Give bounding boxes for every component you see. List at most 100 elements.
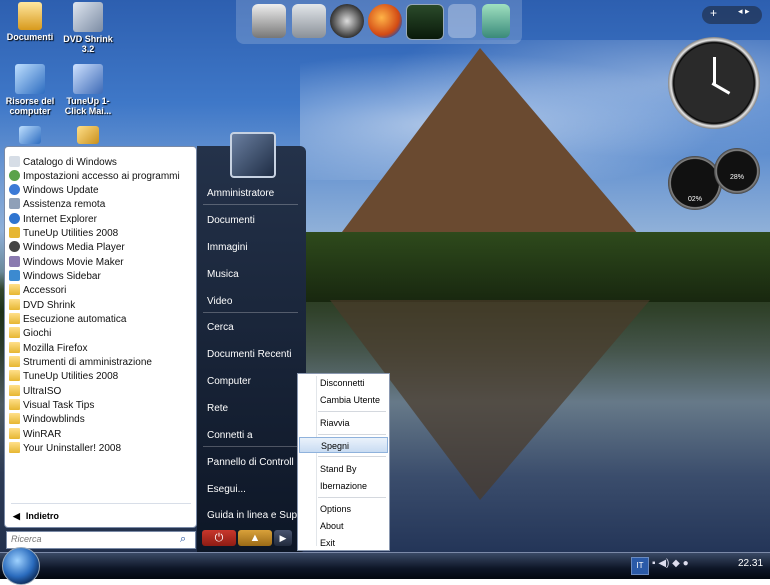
- menu-item-ibernazione[interactable]: Ibernazione: [299, 478, 388, 494]
- recycle-bin-icon[interactable]: [292, 4, 326, 38]
- search-icon[interactable]: ⌕: [180, 533, 192, 545]
- place-rete[interactable]: Rete: [207, 403, 228, 414]
- program-label: Esecuzione automatica: [23, 314, 127, 325]
- program-folder[interactable]: Visual Task Tips: [9, 399, 94, 413]
- clock-gadget: [668, 37, 760, 129]
- program-folder[interactable]: Esecuzione automatica: [9, 313, 126, 327]
- home-icon[interactable]: [330, 4, 364, 38]
- program-item[interactable]: Windows Sidebar: [9, 270, 101, 284]
- system-tray: ▪ ◀) ◆ ●: [652, 558, 732, 572]
- settings-icon[interactable]: [252, 4, 286, 38]
- desktop-icon-network[interactable]: [0, 126, 60, 146]
- lock-button[interactable]: ▲: [238, 530, 272, 546]
- tuneup-icon: [9, 227, 20, 238]
- folder-icon: [9, 413, 20, 424]
- back-button[interactable]: ◀ Indietro: [13, 511, 59, 522]
- program-folder[interactable]: Your Uninstaller! 2008: [9, 442, 121, 456]
- desktop-icon-documenti[interactable]: Documenti: [0, 2, 60, 42]
- power-menu: Disconnetti Cambia Utente Riavvia Spegni…: [297, 373, 390, 551]
- network-icon: [19, 126, 41, 144]
- clock-time[interactable]: 22.31: [738, 558, 763, 569]
- place-cerca[interactable]: Cerca: [207, 322, 234, 333]
- place-documenti-recenti[interactable]: Documenti Recenti: [207, 349, 291, 360]
- network-tray-icon[interactable]: ▪: [652, 558, 656, 569]
- volume-icon[interactable]: ◀): [658, 558, 669, 569]
- gadget-nav-icon[interactable]: ◂ ▸: [738, 6, 750, 17]
- folder-icon: [9, 442, 20, 453]
- update-icon[interactable]: ●: [683, 558, 689, 569]
- menu-item-disconnetti[interactable]: Disconnetti: [299, 375, 388, 391]
- menu-separator: [318, 411, 386, 412]
- start-button[interactable]: [2, 547, 40, 585]
- place-musica[interactable]: Musica: [207, 269, 239, 280]
- program-folder[interactable]: Strumenti di amministrazione: [9, 356, 152, 370]
- divider: [203, 204, 298, 205]
- program-label: Mozilla Firefox: [23, 343, 88, 354]
- books-icon[interactable]: [482, 4, 510, 38]
- program-item[interactable]: Impostazioni accesso ai programmi: [9, 170, 180, 184]
- program-label: Windowblinds: [23, 414, 85, 425]
- folder-icon: [9, 399, 20, 410]
- program-folder[interactable]: Mozilla Firefox: [9, 342, 87, 356]
- user-picture: [230, 132, 276, 178]
- menu-item-stand-by[interactable]: Stand By: [299, 461, 388, 477]
- menu-item-about[interactable]: About: [299, 518, 388, 534]
- program-label: Giochi: [23, 328, 52, 339]
- program-item[interactable]: Windows Media Player: [9, 241, 125, 255]
- program-folder[interactable]: Accessori: [9, 284, 66, 298]
- program-item[interactable]: Internet Explorer: [9, 213, 97, 227]
- program-folder[interactable]: TuneUp Utilities 2008: [9, 370, 118, 384]
- desktop-icon-label: TuneUp 1-Click Mai...: [64, 96, 112, 116]
- menu-item-cambia-utente[interactable]: Cambia Utente: [299, 392, 388, 408]
- menu-item-riavvia[interactable]: Riavvia: [299, 415, 388, 431]
- program-folder[interactable]: Windowblinds: [9, 413, 85, 427]
- desktop-icon-dvd-shrink[interactable]: DVD Shrink 3.2: [58, 2, 118, 54]
- program-item[interactable]: Catalogo di Windows: [9, 156, 117, 170]
- menu-item-spegni[interactable]: Spegni: [299, 437, 388, 453]
- place-immagini[interactable]: Immagini: [207, 242, 248, 253]
- place-esegui[interactable]: Esegui...: [207, 484, 246, 495]
- desktop-icon-tuneup[interactable]: TuneUp 1-Click Mai...: [58, 64, 118, 116]
- program-folder[interactable]: UltraISO: [9, 385, 61, 399]
- security-icon[interactable]: ◆: [672, 558, 680, 569]
- desktop-icon-tool[interactable]: [58, 126, 118, 146]
- place-documenti[interactable]: Documenti: [207, 215, 255, 226]
- program-label: Internet Explorer: [23, 214, 97, 225]
- search-input[interactable]: [7, 532, 175, 546]
- search-box[interactable]: ⌕: [6, 531, 196, 549]
- place-video[interactable]: Video: [207, 296, 232, 307]
- monitor-icon[interactable]: [406, 4, 444, 40]
- add-gadget-icon[interactable]: +: [710, 6, 717, 20]
- menu-item-exit[interactable]: Exit: [299, 535, 388, 551]
- place-amministratore[interactable]: Amministratore: [207, 188, 274, 199]
- sidebar-gadget-bar[interactable]: + ◂ ▸: [702, 6, 762, 24]
- lock-icon: ▲: [249, 532, 261, 544]
- program-folder[interactable]: DVD Shrink: [9, 299, 75, 313]
- firefox-icon[interactable]: [368, 4, 402, 38]
- program-item[interactable]: Windows Update: [9, 184, 99, 198]
- program-access-icon: [9, 170, 20, 181]
- folder-icon: [9, 342, 20, 353]
- sidebar-icon: [9, 270, 20, 281]
- catalog-icon: [9, 156, 20, 167]
- divider: [11, 503, 191, 504]
- tuneup-icon: [73, 64, 103, 94]
- menu-item-options[interactable]: Options: [299, 501, 388, 517]
- power-icon: ⏻: [214, 532, 224, 544]
- place-guida[interactable]: Guida in linea e Sup: [207, 510, 297, 521]
- program-folder[interactable]: WinRAR: [9, 428, 61, 442]
- program-item[interactable]: TuneUp Utilities 2008: [9, 227, 118, 241]
- power-button[interactable]: ⏻: [202, 530, 236, 546]
- chevron-down-icon[interactable]: [448, 4, 476, 38]
- place-connetti-a[interactable]: Connetti a: [207, 430, 253, 441]
- place-pannello-controllo[interactable]: Pannello di Controll: [207, 457, 294, 468]
- program-item[interactable]: Windows Movie Maker: [9, 256, 124, 270]
- place-computer[interactable]: Computer: [207, 376, 251, 387]
- program-folder[interactable]: Giochi: [9, 327, 51, 341]
- program-label: TuneUp Utilities 2008: [23, 228, 119, 239]
- program-item[interactable]: Assistenza remota: [9, 198, 105, 212]
- chevron-right-icon: ▶: [279, 533, 287, 543]
- power-options-button[interactable]: ▶: [274, 530, 292, 546]
- language-indicator[interactable]: IT: [631, 557, 649, 575]
- desktop-icon-risorse-computer[interactable]: Risorse del computer: [0, 64, 60, 116]
